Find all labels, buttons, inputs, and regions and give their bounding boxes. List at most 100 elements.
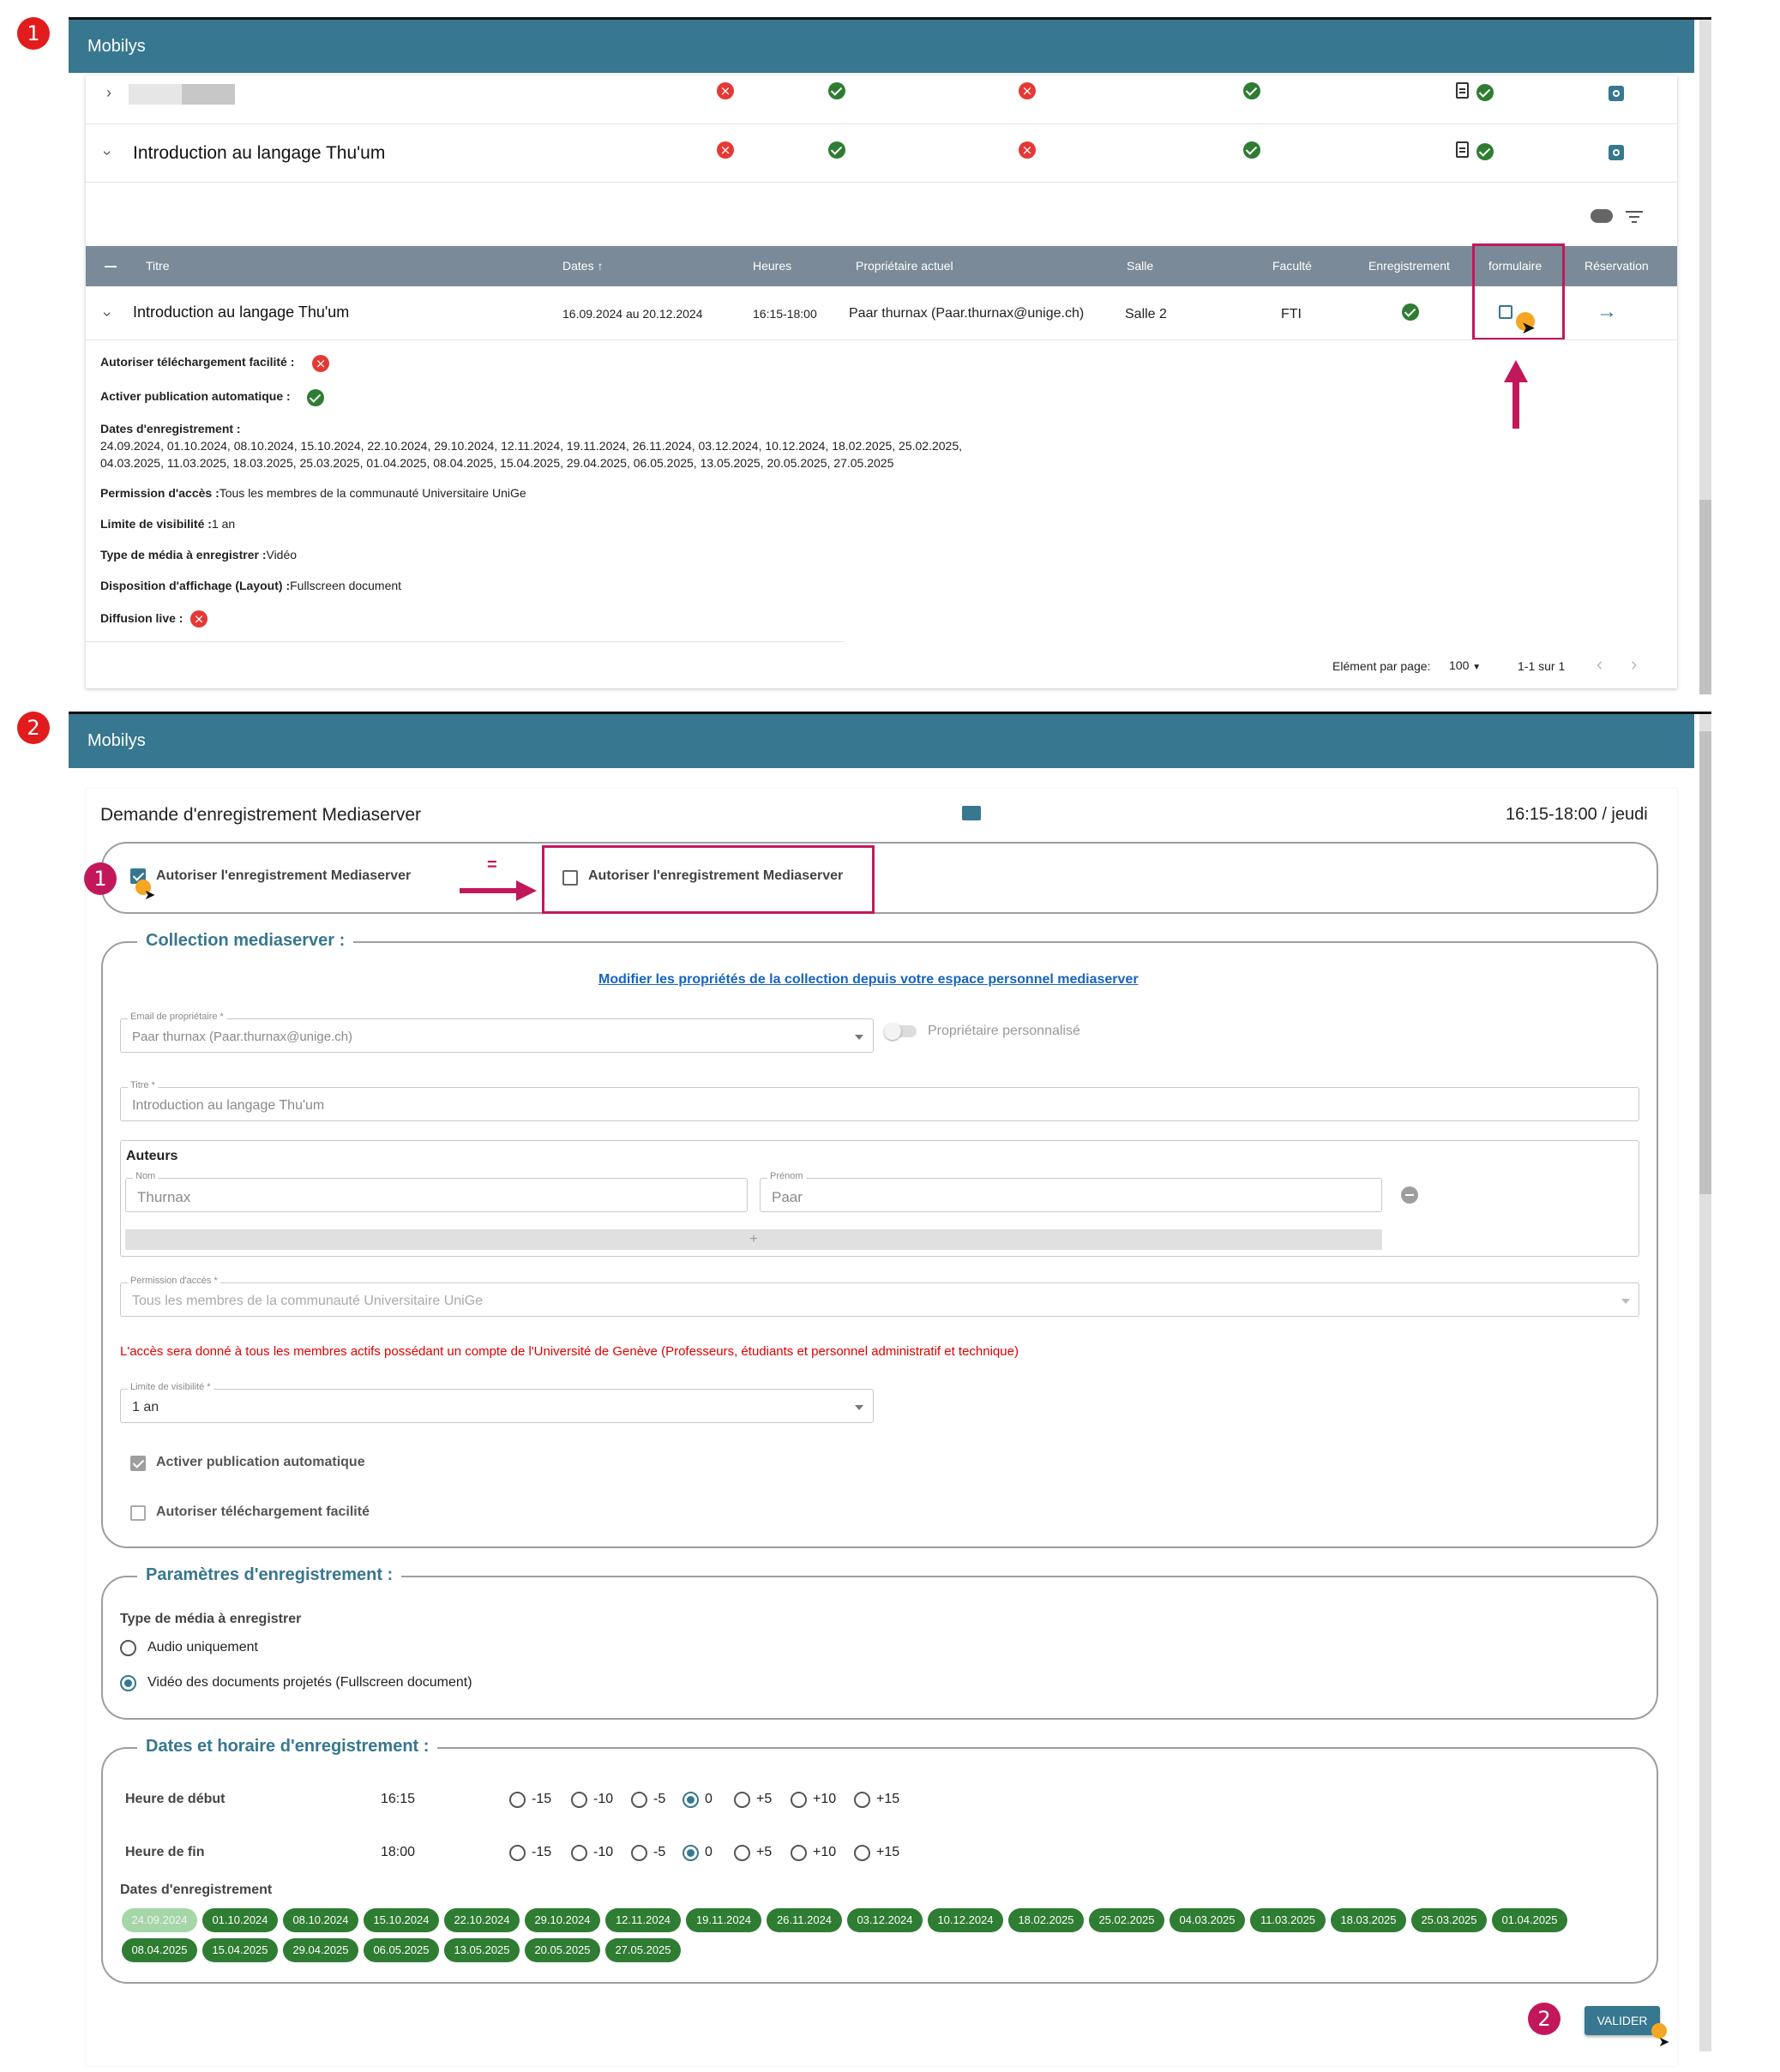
fin-label: Heure de fin [125, 1845, 205, 1859]
date-chip[interactable]: 08.04.2025 [122, 1938, 197, 1962]
date-chip[interactable]: 11.03.2025 [1250, 1908, 1326, 1932]
nom-field[interactable]: Nom Thurnax [125, 1171, 748, 1212]
chevron-down-icon[interactable]: › [99, 312, 117, 317]
video-radio[interactable] [120, 1675, 136, 1691]
date-chip[interactable]: 18.03.2025 [1331, 1908, 1406, 1932]
fin-offset-radio[interactable] [683, 1845, 699, 1861]
publication-checkbox[interactable] [130, 1456, 146, 1471]
date-chip[interactable]: 15.04.2025 [202, 1938, 278, 1962]
date-chip[interactable]: 03.12.2024 [847, 1908, 923, 1932]
col-enregistrement[interactable]: Enregistrement [1368, 259, 1450, 273]
audio-radio[interactable] [120, 1640, 136, 1656]
prenom-field[interactable]: Prénom Paar [760, 1171, 1382, 1212]
date-chip[interactable]: 26.11.2024 [767, 1908, 842, 1932]
date-chip[interactable]: 08.10.2024 [283, 1908, 358, 1932]
next-page-icon[interactable]: › [1631, 653, 1637, 676]
arrow-right-icon[interactable]: → [1597, 300, 1617, 324]
detail-live: Diffusion live : [100, 611, 183, 625]
date-chip[interactable]: 18.02.2025 [1008, 1908, 1084, 1932]
date-chip[interactable]: 29.04.2025 [283, 1938, 358, 1962]
remove-author-icon[interactable] [1401, 1186, 1418, 1204]
col-titre[interactable]: Titre [146, 259, 169, 273]
fin-offset-radio[interactable] [571, 1845, 587, 1861]
date-chip[interactable]: 01.10.2024 [202, 1908, 278, 1932]
date-chip[interactable]: 25.02.2025 [1089, 1908, 1164, 1932]
mouse-cursor-icon: ➤ [144, 888, 156, 903]
date-chip[interactable]: 25.03.2025 [1411, 1908, 1487, 1932]
auteurs-label: Auteurs [126, 1149, 178, 1163]
debut-offset-radio[interactable] [734, 1792, 750, 1808]
date-chip[interactable]: 20.05.2025 [525, 1938, 600, 1962]
per-page-select[interactable]: 100 ▼ [1449, 658, 1481, 672]
fin-offset-radio[interactable] [631, 1845, 647, 1861]
cloud-download-icon[interactable] [1591, 209, 1613, 223]
debut-offset-radio[interactable] [854, 1792, 870, 1808]
date-chip[interactable]: 04.03.2025 [1170, 1908, 1245, 1932]
fin-offset-radio[interactable] [509, 1845, 526, 1861]
fin-offset-radio[interactable] [854, 1845, 870, 1861]
date-chip[interactable]: 01.04.2025 [1492, 1908, 1567, 1932]
limite-field[interactable]: Limite de visibilité * 1 an [120, 1382, 874, 1423]
debut-offset-radio[interactable] [509, 1792, 526, 1808]
media-type-label: Type de média à enregistrer [120, 1612, 302, 1626]
permission-field[interactable]: Permission d'accès * Tous les membres de… [120, 1276, 1639, 1317]
details-divider [86, 641, 844, 642]
arrow-up-annotation [1504, 360, 1528, 382]
autoriser-label-zoom: Autoriser l'enregistrement Mediaserver [588, 868, 844, 883]
audio-label: Audio uniquement [147, 1640, 258, 1655]
per-page-label: Elément par page: [1332, 659, 1431, 673]
chevron-right-icon[interactable]: › [106, 84, 111, 102]
row-salle: Salle 2 [1125, 307, 1167, 321]
date-chip[interactable]: 29.10.2024 [525, 1908, 600, 1932]
col-salle[interactable]: Salle [1127, 259, 1153, 273]
scrollbar-1[interactable] [1699, 20, 1711, 694]
prev-page-icon[interactable]: ‹ [1597, 653, 1603, 676]
autoriser-checkbox-zoom[interactable] [562, 870, 578, 886]
filter-icon[interactable] [1626, 211, 1643, 223]
courses-panel [86, 75, 1677, 688]
telechargement-checkbox[interactable] [130, 1505, 146, 1521]
date-chip[interactable]: 22.10.2024 [444, 1908, 520, 1932]
date-chip[interactable]: 15.10.2024 [364, 1908, 439, 1932]
add-author-button[interactable]: + [125, 1229, 1382, 1250]
status-ko-icon: × [1019, 82, 1036, 99]
col-proprietaire[interactable]: Propriétaire actuel [856, 259, 953, 273]
debut-offset-radio[interactable] [791, 1792, 807, 1808]
collapse-all-icon[interactable] [105, 266, 117, 267]
email-field[interactable]: Email de propriétaire * Paar thurnax (Pa… [120, 1012, 874, 1053]
detail-permission: Permission d'accès :Tous les membres de … [100, 486, 526, 500]
status-ok-icon [1402, 303, 1419, 321]
scrollbar-2[interactable] [1699, 714, 1711, 2051]
date-chip[interactable]: 06.05.2025 [364, 1938, 439, 1962]
collection-link[interactable]: Modifier les propriétés de la collection… [598, 972, 1139, 988]
fin-offset-label: -15 [532, 1845, 552, 1859]
date-chip[interactable]: 13.05.2025 [444, 1938, 520, 1962]
proprietaire-toggle[interactable] [884, 1023, 917, 1040]
app-header: Mobilys [69, 714, 1694, 768]
settings-icon[interactable] [1609, 86, 1624, 101]
titre-field[interactable]: Titre * Introduction au langage Thu'um [120, 1080, 1639, 1121]
image-icon[interactable] [962, 806, 981, 820]
date-chip[interactable]: 19.11.2024 [686, 1908, 761, 1932]
date-chip[interactable]: 10.12.2024 [928, 1908, 1003, 1932]
fin-offset-radio[interactable] [791, 1845, 807, 1861]
settings-icon[interactable] [1609, 145, 1624, 160]
fin-offset-radio[interactable] [734, 1845, 750, 1861]
chevron-down-icon[interactable]: › [99, 151, 117, 156]
col-heures[interactable]: Heures [753, 259, 791, 273]
debut-offset-radio[interactable] [631, 1792, 647, 1808]
document-icon [1456, 82, 1469, 99]
date-chip[interactable]: 24.09.2024 [122, 1908, 197, 1932]
col-faculte[interactable]: Faculté [1272, 259, 1312, 273]
col-dates[interactable]: Dates ↑ [562, 259, 603, 273]
dropdown-caret-icon [855, 1405, 863, 1410]
valider-button[interactable]: VALIDER [1585, 2006, 1660, 2035]
date-chip[interactable]: 27.05.2025 [605, 1938, 681, 1962]
status-ko-icon: × [717, 141, 734, 159]
toggle-label: Propriétaire personnalisé [928, 1024, 1080, 1038]
debut-offset-radio[interactable] [683, 1792, 699, 1808]
debut-offset-radio[interactable] [571, 1792, 587, 1808]
date-chip[interactable]: 12.11.2024 [605, 1908, 681, 1932]
open-external-icon[interactable] [1499, 305, 1512, 319]
col-reservation[interactable]: Réservation [1585, 259, 1649, 273]
